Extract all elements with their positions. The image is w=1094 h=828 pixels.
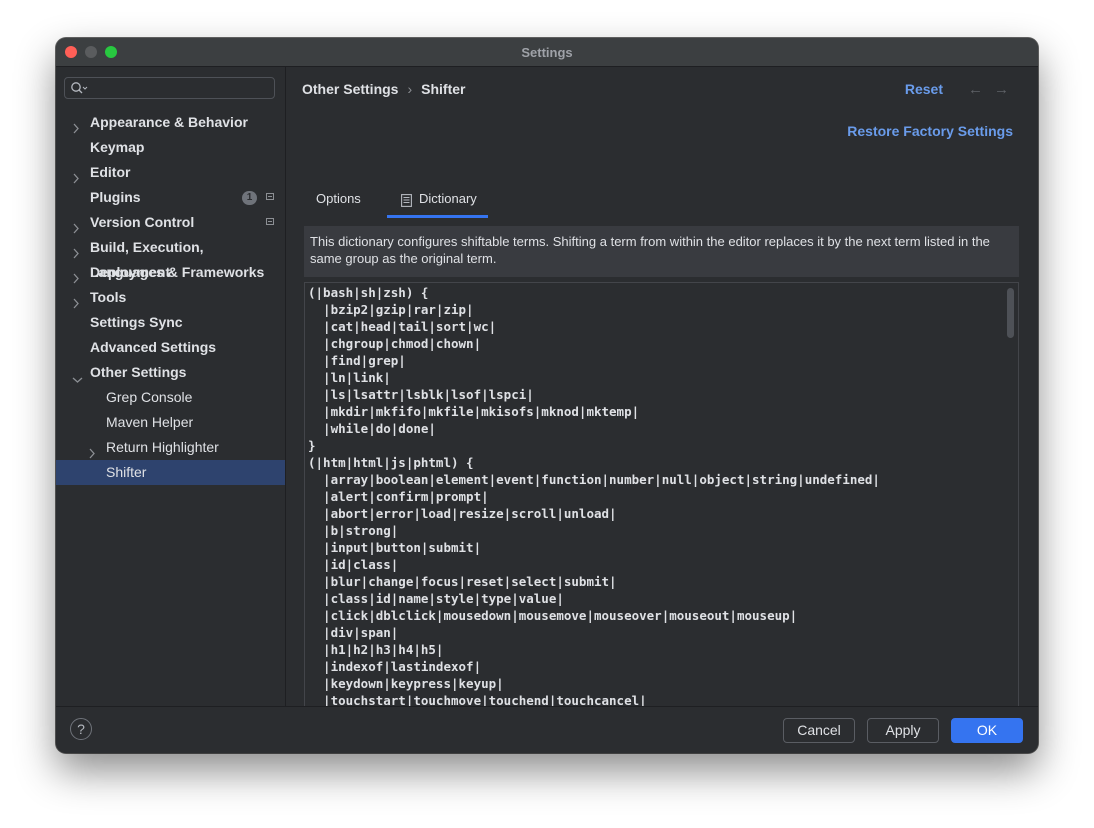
sidebar-item-label: Maven Helper bbox=[106, 414, 194, 430]
dictionary-description: This dictionary configures shiftable ter… bbox=[304, 226, 1019, 277]
reset-link[interactable]: Reset bbox=[905, 81, 943, 97]
sidebar-item-label: Other Settings bbox=[90, 364, 187, 380]
dictionary-line: |div|span| bbox=[308, 625, 399, 640]
back-arrow-icon[interactable]: ← bbox=[968, 81, 983, 98]
sidebar-item-label: Version Control bbox=[90, 214, 195, 230]
title-bar: Settings bbox=[56, 38, 1038, 67]
sidebar-item-grep-console[interactable]: Grep Console bbox=[56, 385, 285, 410]
document-icon bbox=[401, 192, 412, 214]
project-settings-icon bbox=[266, 193, 274, 200]
tab-dictionary-label: Dictionary bbox=[419, 191, 477, 206]
dictionary-text[interactable]: (|bash|sh|zsh) { |bzip2|gzip|rar|zip| |c… bbox=[308, 284, 880, 709]
sidebar-item-label: Grep Console bbox=[106, 389, 193, 405]
dictionary-line: |while|do|done| bbox=[308, 421, 436, 436]
sidebar-item-label: Shifter bbox=[106, 464, 147, 480]
dictionary-line: |bzip2|gzip|rar|zip| bbox=[308, 302, 474, 317]
cancel-button[interactable]: Cancel bbox=[783, 718, 855, 743]
dictionary-line: |array|boolean|element|event|function|nu… bbox=[308, 472, 880, 487]
window-title: Settings bbox=[521, 45, 573, 60]
dictionary-line: |cat|head|tail|sort|wc| bbox=[308, 319, 497, 334]
dictionary-line: |indexof|lastindexof| bbox=[308, 659, 482, 674]
breadcrumb-separator: › bbox=[407, 81, 413, 97]
dictionary-line: |keydown|keypress|keyup| bbox=[308, 676, 504, 691]
sidebar-item-appearance-behavior[interactable]: Appearance & Behavior bbox=[56, 110, 285, 135]
tab-dictionary[interactable]: Dictionary bbox=[387, 188, 488, 218]
dictionary-editor[interactable]: (|bash|sh|zsh) { |bzip2|gzip|rar|zip| |c… bbox=[304, 282, 1019, 726]
sidebar-item-version-control[interactable]: Version Control bbox=[56, 210, 285, 235]
dictionary-line: |mkdir|mkfifo|mkfile|mkisofs|mknod|mktem… bbox=[308, 404, 640, 419]
sidebar-item-label: Appearance & Behavior bbox=[90, 114, 248, 130]
breadcrumb-parent[interactable]: Other Settings bbox=[302, 81, 398, 97]
sidebar-item-other-settings[interactable]: Other Settings bbox=[56, 360, 285, 385]
sidebar-item-build-execution-deployment[interactable]: Build, Execution, Deployment bbox=[56, 235, 285, 280]
search-input[interactable] bbox=[64, 77, 275, 99]
forward-arrow-icon[interactable]: → bbox=[994, 81, 1009, 98]
vertical-scrollbar[interactable] bbox=[1007, 288, 1014, 338]
sidebar-item-label: Settings Sync bbox=[90, 314, 183, 330]
breadcrumb: Other Settings › Shifter bbox=[302, 81, 465, 97]
dictionary-line: |ls|lsattr|lsblk|lsof|lspci| bbox=[308, 387, 534, 402]
dictionary-line: } bbox=[308, 438, 316, 453]
search-icon bbox=[71, 82, 88, 94]
tab-bar: Options Dictionary bbox=[302, 188, 1020, 218]
dictionary-line: |input|button|submit| bbox=[308, 540, 482, 555]
dictionary-line: |id|class| bbox=[308, 557, 399, 572]
sidebar-item-label: Return Highlighter bbox=[106, 439, 219, 455]
sidebar-item-maven-helper[interactable]: Maven Helper bbox=[56, 410, 285, 435]
settings-sidebar: Appearance & Behavior Keymap Editor Plug… bbox=[56, 67, 286, 707]
restore-factory-settings-link[interactable]: Restore Factory Settings bbox=[847, 123, 1013, 139]
sidebar-item-shifter[interactable]: Shifter bbox=[56, 460, 285, 485]
plugins-update-badge: 1 bbox=[242, 191, 257, 205]
settings-content: Other Settings › Shifter Reset ← → Restore… bbox=[286, 67, 1038, 726]
dialog-footer: ? Cancel Apply OK bbox=[56, 706, 1038, 753]
sidebar-item-advanced-settings[interactable]: Advanced Settings bbox=[56, 335, 285, 360]
dictionary-line: |abort|error|load|resize|scroll|unload| bbox=[308, 506, 617, 521]
sidebar-item-label: Languages & Frameworks bbox=[90, 264, 265, 280]
dictionary-line: |ln|link| bbox=[308, 370, 391, 385]
sidebar-item-languages-frameworks[interactable]: Languages & Frameworks bbox=[56, 260, 285, 285]
sidebar-item-label: Advanced Settings bbox=[90, 339, 217, 355]
apply-button[interactable]: Apply bbox=[867, 718, 939, 743]
sidebar-item-label: Editor bbox=[90, 164, 131, 180]
dictionary-line: |click|dblclick|mousedown|mousemove|mous… bbox=[308, 608, 798, 623]
dictionary-line: |chgroup|chmod|chown| bbox=[308, 336, 482, 351]
sidebar-item-plugins[interactable]: Plugins 1 bbox=[56, 185, 285, 210]
dictionary-line: (|htm|html|js|phtml) { bbox=[308, 455, 474, 470]
settings-tree: Appearance & Behavior Keymap Editor Plug… bbox=[56, 110, 285, 485]
settings-window: Settings Appearance & Behavior Keymap Ed… bbox=[56, 38, 1038, 753]
dictionary-line: |find|grep| bbox=[308, 353, 406, 368]
breadcrumb-current: Shifter bbox=[421, 81, 466, 97]
sidebar-item-settings-sync[interactable]: Settings Sync bbox=[56, 310, 285, 335]
sidebar-item-label: Plugins bbox=[90, 189, 141, 205]
dictionary-line: |b|strong| bbox=[308, 523, 399, 538]
sidebar-item-label: Tools bbox=[90, 289, 127, 305]
sidebar-item-tools[interactable]: Tools bbox=[56, 285, 285, 310]
dictionary-line: |blur|change|focus|reset|select|submit| bbox=[308, 574, 617, 589]
sidebar-item-editor[interactable]: Editor bbox=[56, 160, 285, 185]
sidebar-item-return-highlighter[interactable]: Return Highlighter bbox=[56, 435, 285, 460]
sidebar-item-keymap[interactable]: Keymap bbox=[56, 135, 285, 160]
dictionary-line: |h1|h2|h3|h4|h5| bbox=[308, 642, 444, 657]
sidebar-item-label: Keymap bbox=[90, 139, 145, 155]
help-button[interactable]: ? bbox=[70, 718, 92, 740]
tab-options[interactable]: Options bbox=[316, 188, 361, 218]
dictionary-line: |class|id|name|style|type|value| bbox=[308, 591, 564, 606]
ok-button[interactable]: OK bbox=[951, 718, 1023, 743]
project-settings-icon bbox=[266, 218, 274, 225]
dictionary-line: (|bash|sh|zsh) { bbox=[308, 285, 429, 300]
dictionary-line: |alert|confirm|prompt| bbox=[308, 489, 489, 504]
